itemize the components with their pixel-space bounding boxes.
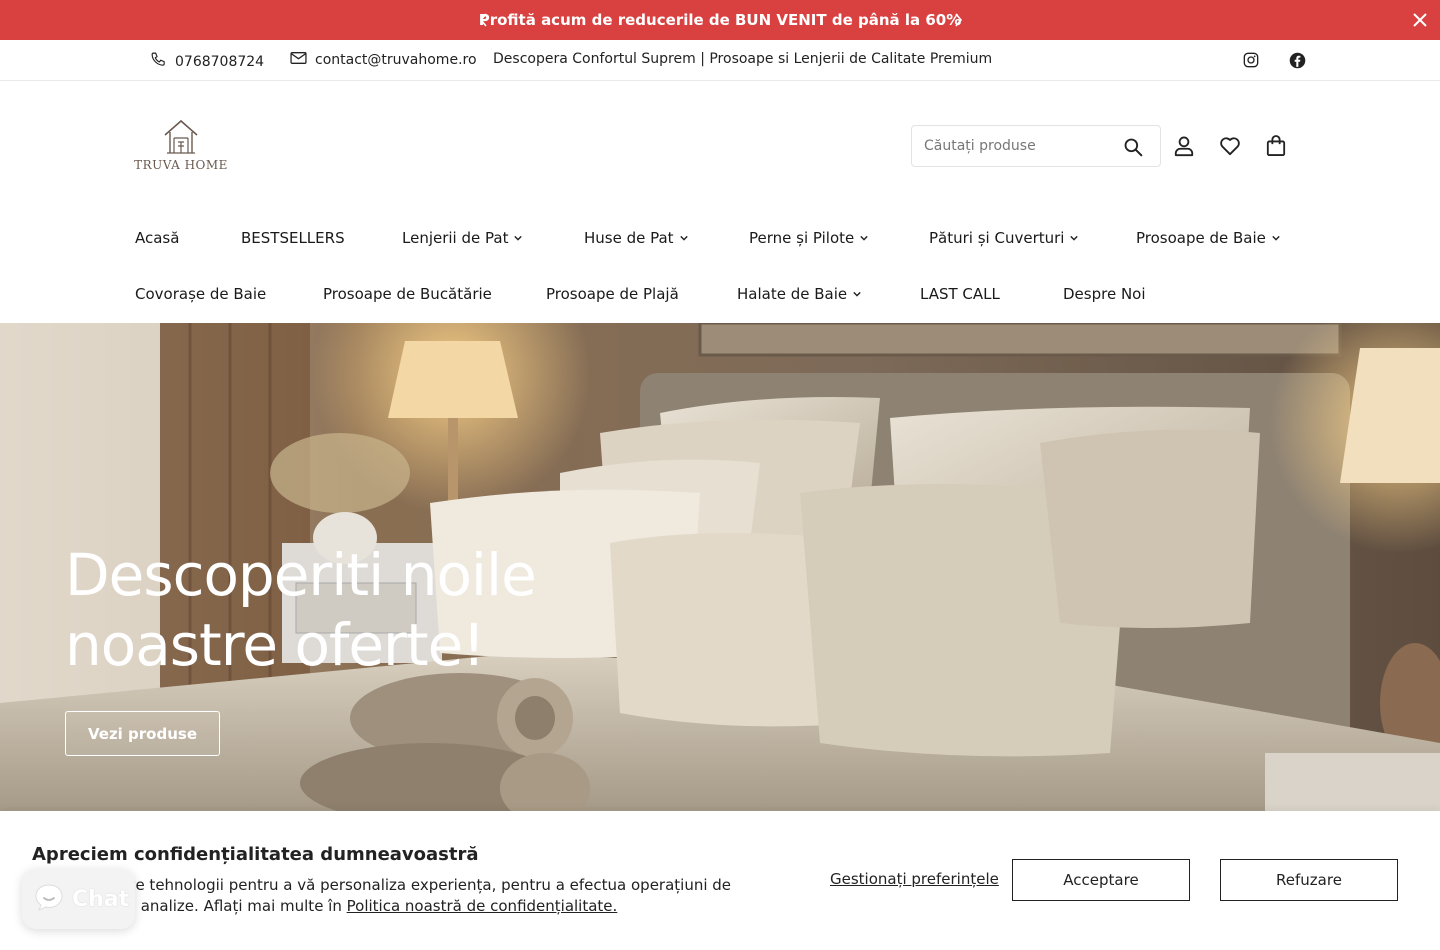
nav-label: LAST CALL bbox=[920, 285, 1000, 303]
shopping-bag-icon[interactable] bbox=[1264, 134, 1288, 158]
nav-label: Huse de Pat bbox=[584, 229, 674, 247]
announcement-next-icon[interactable] bbox=[949, 11, 967, 29]
nav-item-huse[interactable]: Huse de Pat bbox=[584, 229, 688, 247]
hero-title-line1: Descoperiti noile bbox=[65, 541, 537, 609]
nav-label: Prosoape de Plajă bbox=[546, 285, 679, 303]
nav-label: Lenjerii de Pat bbox=[402, 229, 509, 247]
nav-item-covorase[interactable]: Covorașe de Baie bbox=[135, 285, 266, 303]
phone-link[interactable]: 0768708724 bbox=[150, 51, 264, 72]
cookie-title: Apreciem confidențialitatea dumneavoastr… bbox=[32, 844, 479, 865]
email-address: contact@truvahome.ro bbox=[315, 52, 477, 68]
nav-label: Perne și Pilote bbox=[749, 229, 855, 247]
accept-button[interactable]: Acceptare bbox=[1012, 859, 1190, 901]
nav-item-prosoape-baie[interactable]: Prosoape de Baie bbox=[1136, 229, 1280, 247]
chevron-down-icon bbox=[1070, 234, 1079, 242]
search-box bbox=[911, 125, 1161, 167]
chat-button[interactable]: Chat bbox=[22, 869, 135, 929]
nav-label: Despre Noi bbox=[1063, 285, 1146, 303]
brand-name: TRUVA HOME bbox=[134, 158, 228, 172]
search-input[interactable] bbox=[924, 138, 1114, 154]
nav-item-paturi[interactable]: Pături și Cuverturi bbox=[929, 229, 1079, 247]
nav-label: BESTSELLERS bbox=[241, 229, 345, 247]
chevron-down-icon bbox=[853, 290, 861, 298]
hero-title: Descoperiti noile noastre oferte! bbox=[65, 540, 585, 680]
phone-icon bbox=[150, 51, 167, 72]
nav-item-despre-noi[interactable]: Despre Noi bbox=[1063, 285, 1146, 303]
nav-label: Acasă bbox=[135, 229, 180, 247]
nav-item-prosoape-plaja[interactable]: Prosoape de Plajă bbox=[546, 285, 679, 303]
account-icon[interactable] bbox=[1172, 134, 1196, 158]
nav-label: Pături și Cuverturi bbox=[929, 229, 1065, 247]
top-info-bar: 0768708724 contact@truvahome.ro Descoper… bbox=[0, 40, 1440, 81]
view-products-button[interactable]: Vezi produse bbox=[65, 711, 220, 756]
nav-item-perne[interactable]: Perne și Pilote bbox=[749, 229, 868, 247]
cookie-text: e cookie și alte tehnologii pentru a vă … bbox=[32, 875, 772, 917]
privacy-policy-link[interactable]: Politica noastră de confidențialitate. bbox=[347, 897, 618, 915]
nav-label: Covorașe de Baie bbox=[135, 285, 267, 303]
chat-label: Chat bbox=[72, 886, 130, 912]
mail-icon bbox=[290, 51, 307, 69]
chevron-down-icon bbox=[514, 234, 523, 242]
hero-title-line2: noastre oferte! bbox=[65, 611, 486, 679]
announcement-message[interactable]: Profită acum de reducerile de BUN VENIT … bbox=[479, 11, 962, 29]
announcement-bar: Profită acum de reducerile de BUN VENIT … bbox=[0, 0, 1440, 40]
instagram-icon[interactable] bbox=[1242, 51, 1260, 69]
nav-item-acasa[interactable]: Acasă bbox=[135, 229, 179, 247]
nav-item-lenjerii[interactable]: Lenjerii de Pat bbox=[402, 229, 523, 247]
logo-house-icon bbox=[164, 119, 198, 154]
nav-label: Halate de Baie bbox=[737, 285, 848, 303]
facebook-icon[interactable] bbox=[1288, 51, 1306, 69]
phone-number: 0768708724 bbox=[175, 53, 265, 70]
close-icon[interactable] bbox=[1410, 10, 1430, 30]
nav-label: Prosoape de Baie bbox=[1136, 229, 1266, 247]
manage-preferences-link[interactable]: Gestionați preferințele bbox=[830, 870, 999, 888]
nav-label: Prosoape de Bucătărie bbox=[323, 285, 492, 303]
cookie-banner: Apreciem confidențialitatea dumneavoastr… bbox=[0, 811, 1440, 950]
refuse-button[interactable]: Refuzare bbox=[1220, 859, 1398, 901]
nav-item-halate[interactable]: Halate de Baie bbox=[737, 285, 861, 303]
chevron-down-icon bbox=[1272, 234, 1280, 242]
nav-item-prosoape-bucatarie[interactable]: Prosoape de Bucătărie bbox=[323, 285, 492, 303]
nav-item-bestsellers[interactable]: BESTSELLERS bbox=[241, 229, 345, 247]
email-link[interactable]: contact@truvahome.ro bbox=[290, 51, 477, 69]
heart-icon[interactable] bbox=[1218, 134, 1242, 158]
chat-bubble-icon bbox=[34, 883, 64, 915]
chevron-down-icon bbox=[679, 234, 688, 242]
chevron-down-icon bbox=[860, 234, 868, 242]
cookie-text-line1: e cookie și alte tehnologii pentru a vă … bbox=[32, 876, 732, 894]
announcement-prev-icon[interactable] bbox=[475, 11, 493, 29]
logo[interactable]: TRUVA HOME bbox=[134, 118, 228, 174]
nav-item-last-call[interactable]: LAST CALL bbox=[920, 285, 1000, 303]
search-icon[interactable] bbox=[1122, 136, 1144, 158]
tagline: Descopera Confortul Suprem | Prosoape si… bbox=[493, 51, 993, 67]
